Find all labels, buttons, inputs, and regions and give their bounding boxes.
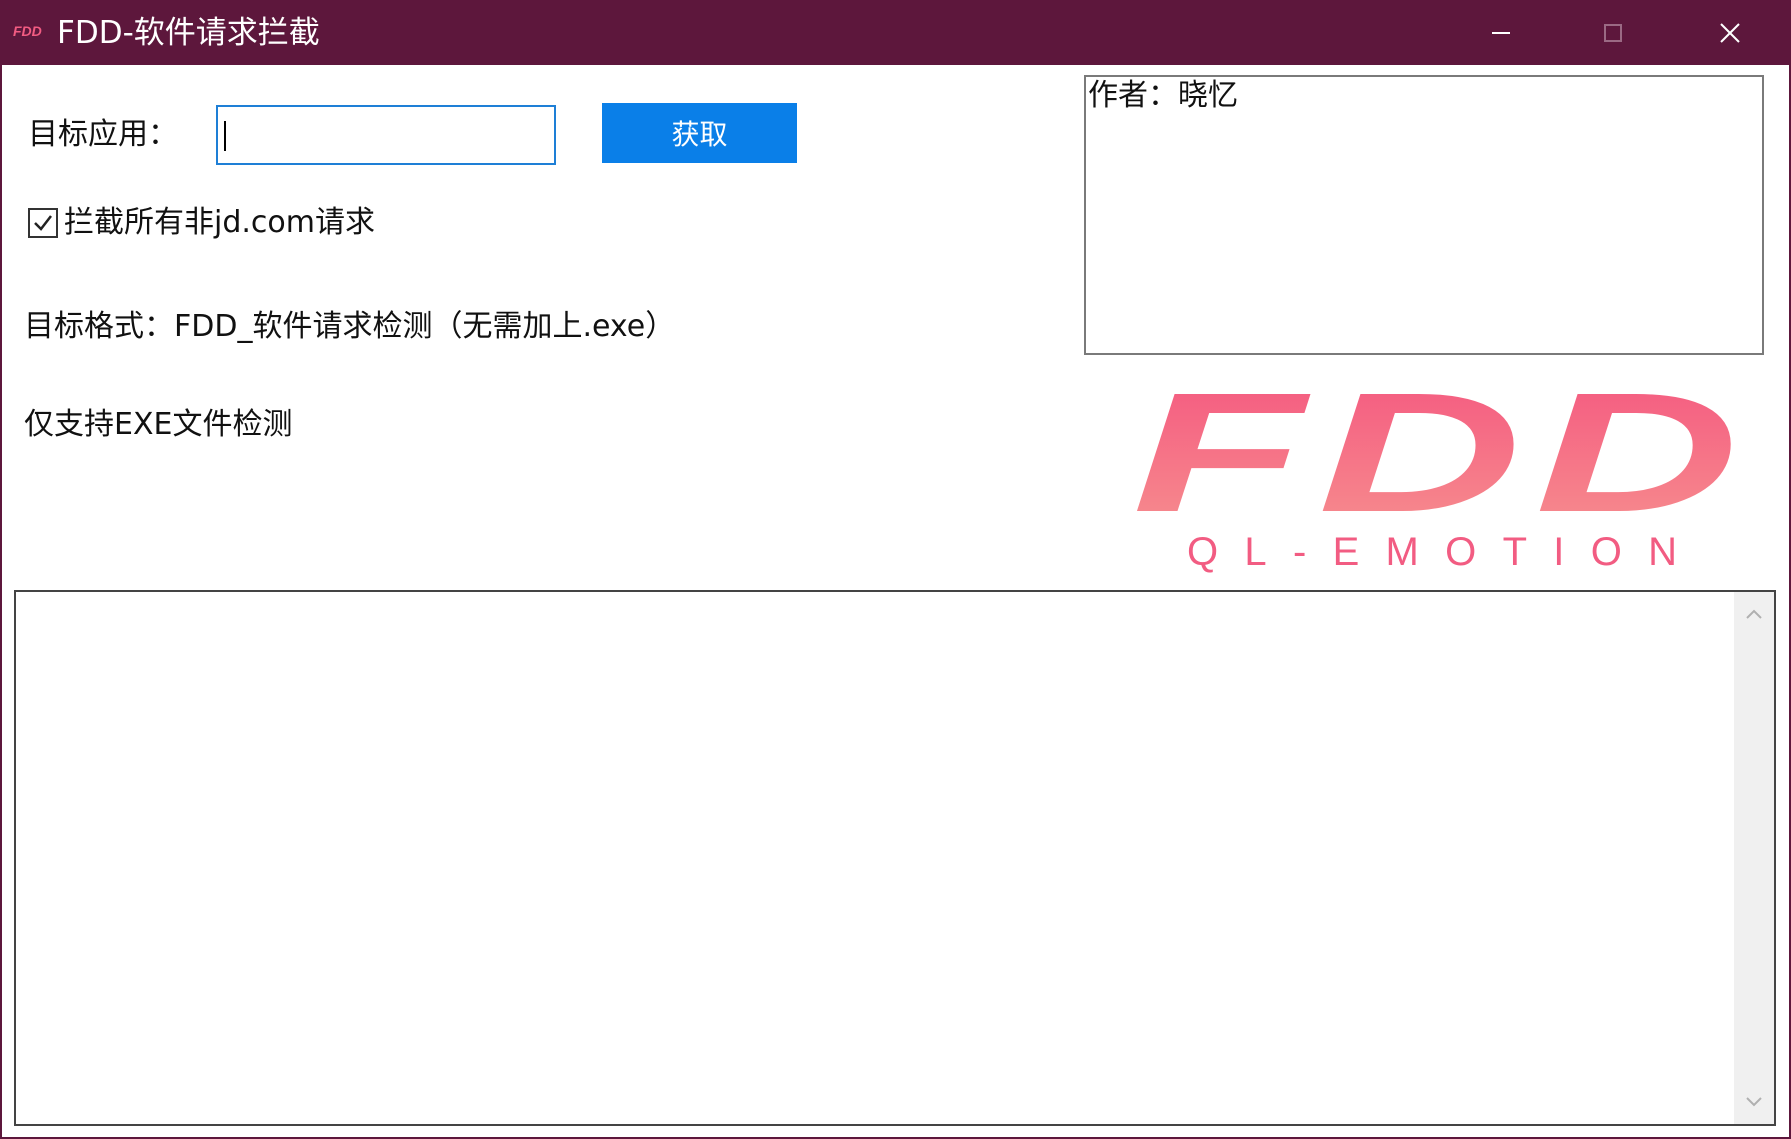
app-logo-icon: FDD — [13, 23, 42, 39]
scroll-down-button[interactable] — [1734, 1088, 1774, 1116]
target-app-input[interactable] — [216, 105, 556, 165]
chevron-down-icon — [1746, 1097, 1762, 1107]
chevron-up-icon — [1746, 609, 1762, 619]
minimize-icon — [1492, 31, 1510, 34]
text-caret — [224, 121, 226, 151]
block-requests-checkbox[interactable] — [28, 208, 58, 238]
close-icon — [1720, 22, 1740, 43]
support-hint: 仅支持EXE文件检测 — [24, 407, 293, 442]
block-requests-checkbox-row[interactable]: 拦截所有非jd.com请求 — [28, 203, 375, 243]
close-button[interactable] — [1675, 0, 1785, 65]
minimize-button[interactable] — [1446, 0, 1556, 65]
author-text: 作者：晓忆 — [1088, 78, 1238, 113]
fdd-logo: FDD QL-EMOTION — [1132, 383, 1752, 574]
fetch-button[interactable]: 获取 — [602, 103, 797, 163]
log-output-textarea[interactable] — [14, 590, 1776, 1126]
title-bar[interactable]: FDD FDD-软件请求拦截 — [2, 0, 1791, 65]
svg-text:FDD: FDD — [13, 23, 42, 39]
maximize-button[interactable] — [1558, 0, 1668, 65]
main-content: 目标应用： 获取 拦截所有非jd.com请求 目标格式：FDD_软件请求检测（无… — [2, 65, 1789, 1137]
svg-text:FDD: FDD — [1132, 383, 1752, 548]
block-requests-label: 拦截所有非jd.com请求 — [64, 205, 375, 240]
target-app-label: 目标应用： — [28, 117, 178, 152]
window-title: FDD-软件请求拦截 — [57, 15, 320, 51]
maximize-icon — [1604, 23, 1622, 42]
target-format-hint: 目标格式：FDD_软件请求检测（无需加上.exe） — [24, 309, 676, 344]
log-scrollbar[interactable] — [1734, 592, 1774, 1124]
author-textbox[interactable]: 作者：晓忆 — [1084, 75, 1764, 355]
app-window: FDD FDD-软件请求拦截 目标应用： 获取 拦截所有非jd.com请求 目标… — [0, 0, 1791, 1139]
scroll-up-button[interactable] — [1734, 600, 1774, 628]
checkmark-icon — [34, 215, 52, 231]
